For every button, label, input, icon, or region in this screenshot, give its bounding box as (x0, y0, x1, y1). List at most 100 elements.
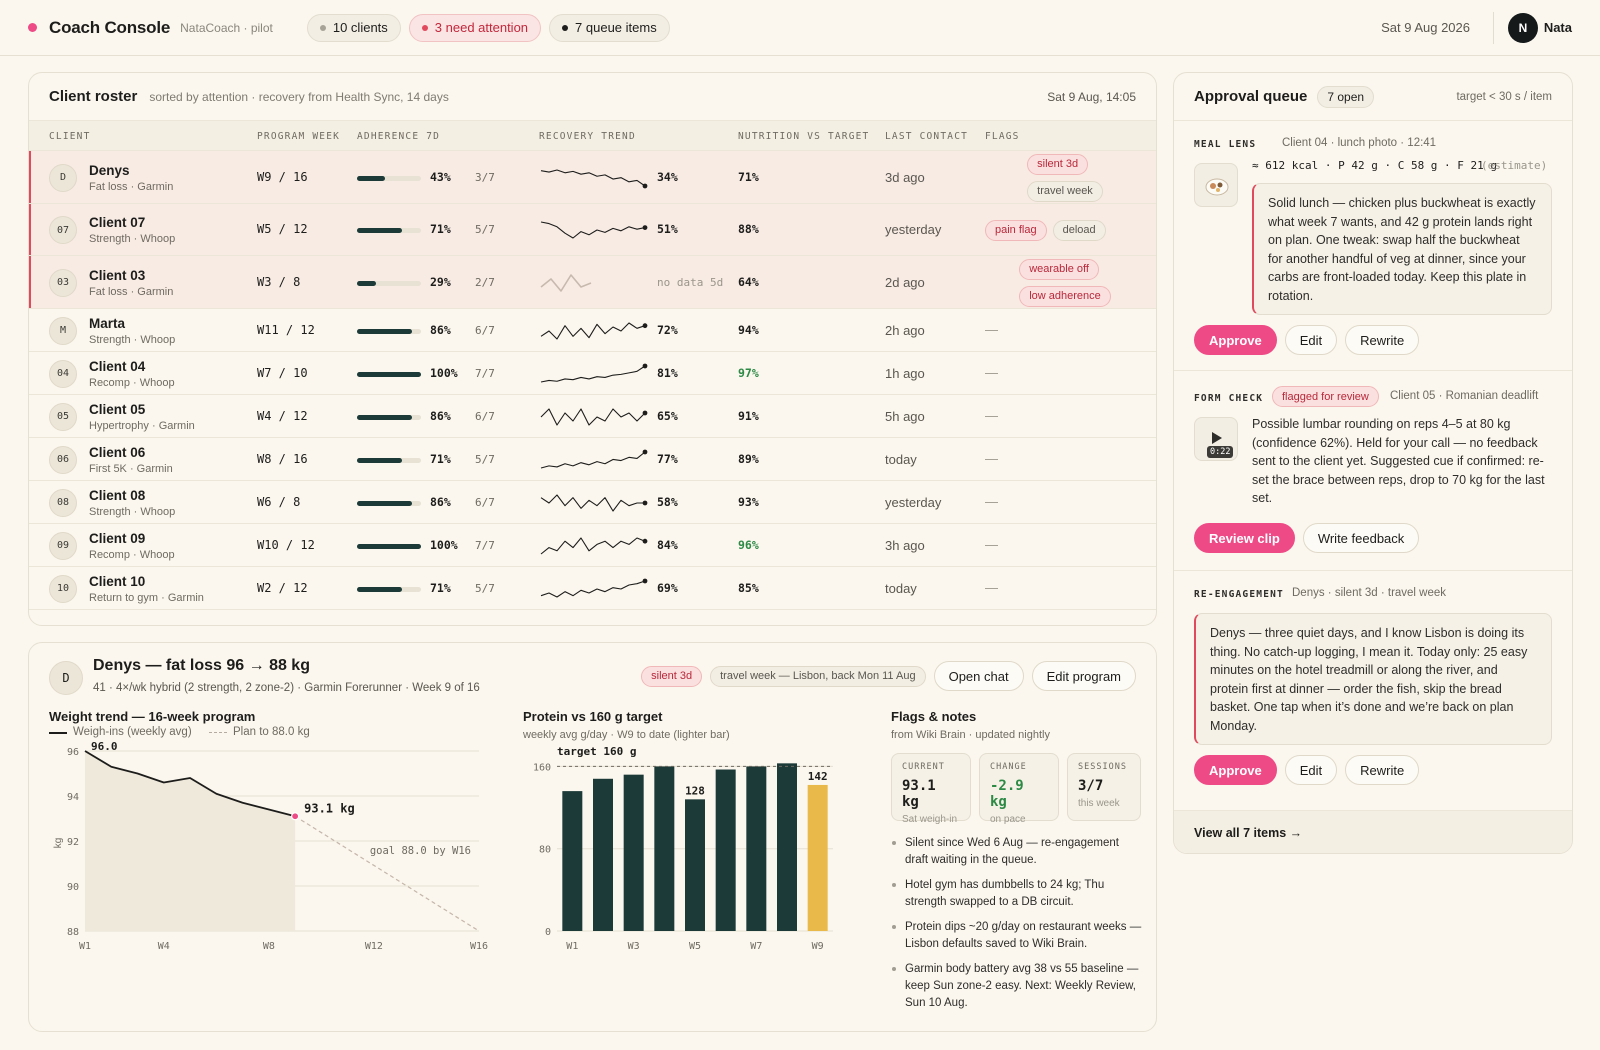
flags-cell: pain flag deload (985, 204, 1145, 256)
user-name[interactable]: Nata (1544, 20, 1572, 35)
queue-item-meal-lens: MEAL LENS Client 04 · lunch photo · 12:4… (1174, 121, 1572, 371)
adherence-fraction: 5/7 (475, 452, 495, 466)
queue-item-form-check: FORM CHECK flagged for review Client 05 … (1174, 371, 1572, 571)
meal-feedback-draft[interactable]: Solid lunch — chicken plus buckwheat is … (1252, 183, 1552, 315)
protein-bar (562, 791, 583, 931)
client-name[interactable]: Client 06 (89, 445, 145, 460)
table-row[interactable]: 06 Client 06 First 5K · Garmin W8 / 16 71% 5/… (29, 438, 1156, 481)
flag-badge[interactable]: travel week (1027, 180, 1103, 202)
rewrite-button[interactable]: Rewrite (1345, 755, 1420, 785)
client-name[interactable]: Client 10 (89, 574, 145, 589)
edit-button[interactable]: Edit (1284, 325, 1338, 355)
meal-photo-thumbnail[interactable] (1194, 163, 1238, 207)
last-contact: 3h ago (885, 537, 925, 553)
clients-count-pill[interactable]: 10 clients (306, 13, 401, 42)
recovery-sparkline (540, 321, 648, 340)
re-engagement-draft[interactable]: Denys — three quiet days, and I know Lis… (1194, 613, 1552, 745)
client-name[interactable]: Client 03 (89, 268, 145, 283)
macros-estimate-note: (estimate) (1481, 159, 1548, 172)
table-row[interactable]: 05 Client 05 Hypertrophy · Garmin W4 / 12 86… (29, 395, 1156, 438)
x-tick-label: W4 (158, 941, 170, 952)
client-name[interactable]: Denys (89, 163, 130, 178)
recovery-percent: 81% (657, 365, 678, 380)
user-avatar[interactable]: N (1508, 12, 1538, 43)
table-row[interactable]: 08 Client 08 Strength · Whoop W6 / 8 86% 6/7 5… (29, 481, 1156, 524)
flag-badge[interactable]: deload (1052, 219, 1106, 241)
sparkline-last-point (642, 225, 648, 230)
table-row[interactable]: 03 Client 03 Fat loss · Garmin W3 / 8 29% 2/7… (29, 256, 1156, 309)
approve-button[interactable]: Approve (1194, 755, 1277, 785)
client-avatar: 09 (49, 531, 77, 560)
x-tick-label: W9 (812, 941, 824, 952)
write-feedback-button[interactable]: Write feedback (1302, 523, 1420, 553)
table-row[interactable]: 09 Client 09 Recomp · Whoop W10 / 12 100% 7/7… (29, 524, 1156, 567)
adherence-bar-fill (357, 457, 403, 463)
table-row[interactable]: 07 Client 07 Strength · Whoop W5 / 12 71% 5/7… (29, 204, 1156, 256)
table-row[interactable]: 10 Client 10 Return to gym · Garmin W2 / 12… (29, 567, 1156, 610)
attention-pill[interactable]: 3 need attention (408, 13, 542, 42)
flag-badge[interactable]: silent 3d (1027, 153, 1089, 175)
protein-bar (593, 778, 613, 931)
client-program: Hypertrophy · Garmin (89, 419, 195, 432)
open-chat-button[interactable]: Open chat (933, 661, 1024, 691)
start-weight-label: 96.0 (91, 740, 118, 753)
review-clip-button[interactable]: Review clip (1194, 523, 1295, 553)
table-row[interactable]: D Denys Fat loss · Garmin W9 / 16 43% 3/7 34% 7… (29, 151, 1156, 204)
flag-badge[interactable]: low adherence (1019, 285, 1111, 307)
video-thumbnail[interactable]: 0:22 (1194, 417, 1238, 461)
brand-dot-icon (28, 23, 37, 32)
column-header-adherence[interactable]: ADHERENCE 7D (357, 131, 440, 142)
last-contact: 1h ago (885, 365, 925, 381)
column-header-program-week[interactable]: PROGRAM WEEK (257, 131, 340, 142)
edit-program-button[interactable]: Edit program (1031, 661, 1136, 691)
rewrite-button[interactable]: Rewrite (1345, 325, 1420, 355)
last-contact: 2h ago (885, 322, 925, 338)
client-name[interactable]: Marta (89, 316, 125, 331)
plan-line (294, 815, 480, 932)
adherence-bar (357, 175, 421, 181)
adherence-bar-fill (357, 414, 413, 420)
client-detail-actions: silent 3d travel week — Lisbon, back Mon… (641, 661, 1136, 691)
client-avatar: M (49, 316, 77, 345)
table-row[interactable]: M Marta Strength · Whoop W11 / 12 86% 6/7 72% 9… (29, 309, 1156, 352)
queue-count-pill[interactable]: 7 queue items (549, 13, 670, 42)
y-tick-label: 96 (67, 747, 79, 758)
protein-chart-title: Protein vs 160 g target (523, 709, 663, 724)
client-name[interactable]: Client 05 (89, 402, 145, 417)
column-header-client[interactable]: CLIENT (49, 131, 91, 142)
queue-item-buttons: Approve Edit Rewrite (1194, 325, 1420, 355)
client-name[interactable]: Client 07 (89, 215, 145, 230)
note-item: Protein dips ~20 g/day on restaurant wee… (891, 919, 1143, 953)
protein-bar (746, 766, 767, 931)
adherence-bar-fill (357, 586, 403, 592)
adherence-percent: 71% (430, 580, 451, 595)
sparkline-last-point (642, 183, 648, 188)
flag-badge[interactable]: pain flag (985, 219, 1047, 241)
client-name[interactable]: Client 04 (89, 359, 145, 374)
sparkline-path (540, 536, 646, 554)
table-row[interactable]: 04 Client 04 Recomp · Whoop W7 / 10 100% 7/7 8… (29, 352, 1156, 395)
nutrition-percent: 96% (738, 537, 759, 552)
protein-bar (654, 766, 675, 931)
queue-item-meta: Client 04 · lunch photo · 12:41 (1282, 137, 1437, 149)
edit-button[interactable]: Edit (1284, 755, 1338, 785)
approve-button[interactable]: Approve (1194, 325, 1277, 355)
client-avatar: 05 (49, 402, 77, 431)
flags-empty: — (985, 407, 998, 423)
column-header-flags[interactable]: FLAGS (985, 131, 1020, 142)
column-header-nutrition[interactable]: NUTRITION VS TARGET (738, 131, 869, 142)
adherence-bar (357, 457, 421, 463)
queue-item-kind: FORM CHECK (1194, 393, 1264, 404)
client-avatar: 06 (49, 445, 77, 474)
view-all-link[interactable]: View all 7 items → (1174, 811, 1572, 853)
queue-header: Approval queue 7 open target < 30 s / it… (1174, 73, 1572, 121)
note-item: Hotel gym has dumbbells to 24 kg; Thu st… (891, 877, 1143, 911)
y-axis-label: kg (53, 838, 64, 849)
header-date: Sat 9 Aug 2026 (1381, 20, 1470, 35)
column-header-last-contact[interactable]: LAST CONTACT (885, 131, 968, 142)
column-header-recovery[interactable]: RECOVERY TREND (539, 131, 636, 142)
status-dot-icon (562, 24, 569, 31)
client-name[interactable]: Client 08 (89, 488, 145, 503)
client-name[interactable]: Client 09 (89, 531, 145, 546)
flag-badge[interactable]: wearable off (1019, 258, 1099, 280)
